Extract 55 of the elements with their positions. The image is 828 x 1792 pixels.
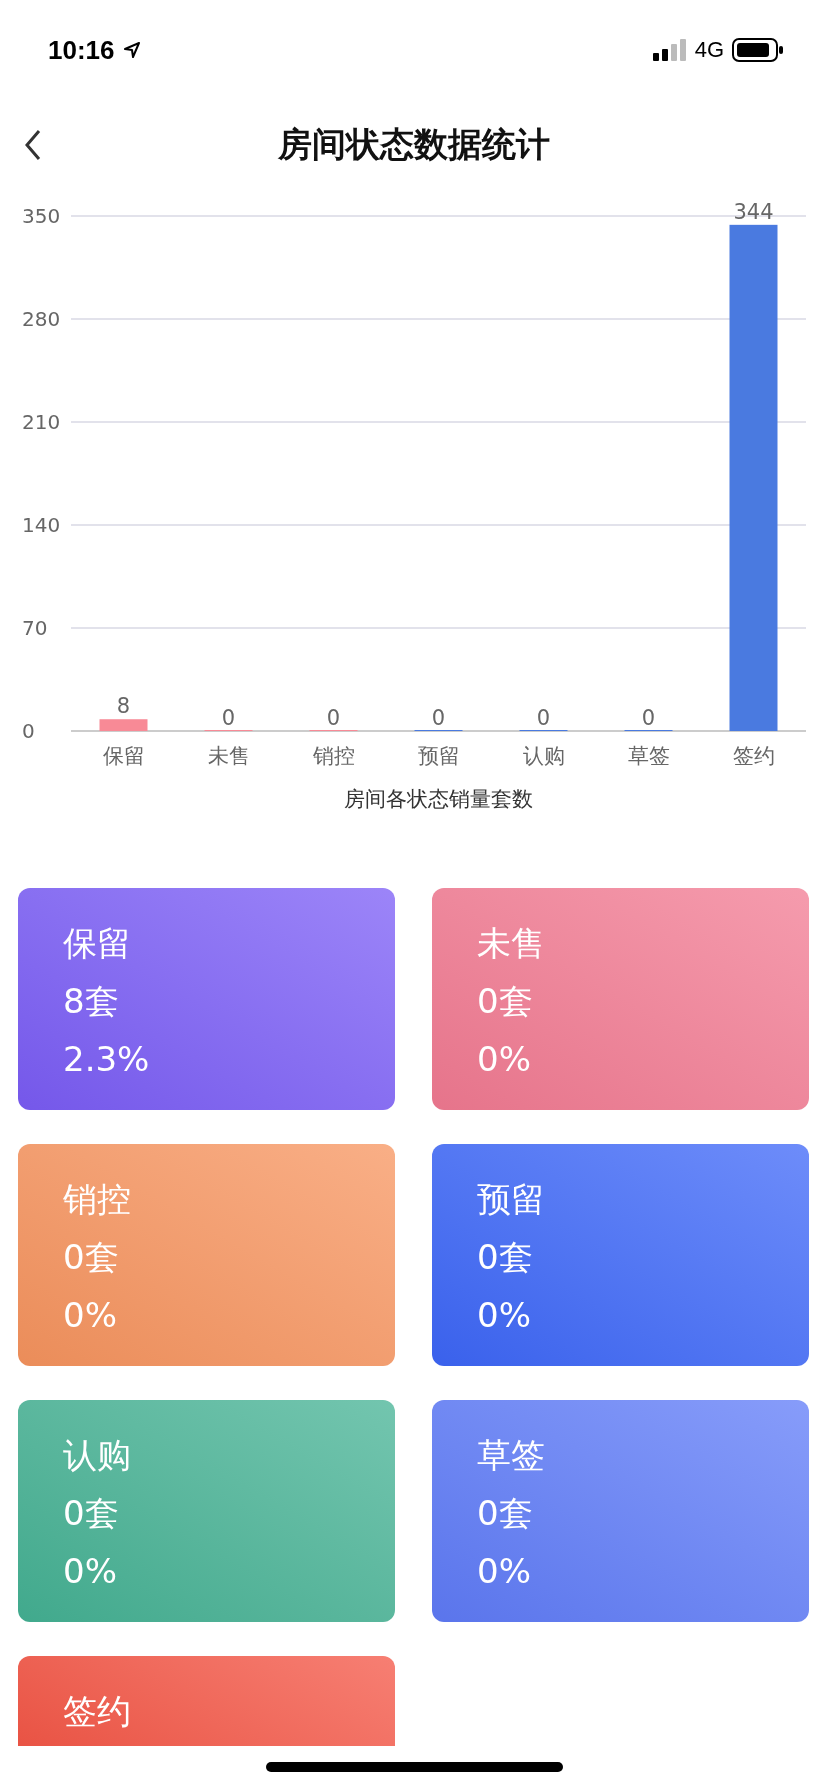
bar-value-label: 0 xyxy=(431,706,446,730)
category-label: 签约 xyxy=(732,744,775,768)
category-label: 预留 xyxy=(417,744,460,768)
back-icon[interactable] xyxy=(24,129,42,161)
y-tick-label: 280 xyxy=(22,307,61,331)
bar-value-label: 344 xyxy=(733,199,774,224)
y-tick-label: 70 xyxy=(22,616,48,640)
card-title: 草签 xyxy=(477,1434,546,1477)
card-percent: 0% xyxy=(63,1550,118,1593)
y-tick-label: 350 xyxy=(22,204,61,228)
x-axis-label: 房间各状态销量套数 xyxy=(344,787,533,811)
card-title: 保留 xyxy=(63,922,132,965)
page-title: 房间状态数据统计 xyxy=(278,123,550,166)
category-label: 认购 xyxy=(522,744,565,768)
stat-card[interactable]: 未售 0套 0% xyxy=(432,888,809,1110)
card-count: 0套 xyxy=(477,1236,534,1279)
card-percent: 2.3% xyxy=(63,1038,151,1081)
stat-card[interactable]: 签约 xyxy=(18,1656,395,1746)
stat-card[interactable]: 草签 0套 0% xyxy=(432,1400,809,1622)
network-label: 4G xyxy=(694,37,724,63)
stat-card[interactable]: 销控 0套 0% xyxy=(18,1144,395,1366)
bar-value-label: 8 xyxy=(116,694,131,719)
category-label: 销控 xyxy=(312,744,355,768)
card-percent: 0% xyxy=(63,1294,118,1337)
bar-value-label: 0 xyxy=(536,706,551,730)
status-time: 10:16 xyxy=(48,34,115,66)
card-count: 8套 xyxy=(63,980,120,1023)
card-percent: 0% xyxy=(477,1550,532,1593)
y-tick-label: 0 xyxy=(22,719,35,743)
card-title: 认购 xyxy=(63,1434,132,1477)
category-label: 草签 xyxy=(627,744,670,768)
category-label: 未售 xyxy=(207,744,250,768)
card-title: 预留 xyxy=(477,1178,546,1221)
y-tick-label: 140 xyxy=(22,513,61,537)
signal-icon xyxy=(652,39,687,61)
card-percent: 0% xyxy=(477,1294,532,1337)
stat-card[interactable]: 保留 8套 2.3% xyxy=(18,888,395,1110)
y-tick-label: 210 xyxy=(22,410,61,434)
location-arrow-icon xyxy=(122,41,141,59)
bar xyxy=(99,719,148,731)
card-title: 销控 xyxy=(63,1178,132,1221)
card-title: 签约 xyxy=(63,1690,132,1733)
stat-card[interactable]: 预留 0套 0% xyxy=(432,1144,809,1366)
card-title: 未售 xyxy=(477,922,546,965)
bar-value-label: 0 xyxy=(641,706,656,730)
card-count: 0套 xyxy=(477,980,534,1023)
battery-icon xyxy=(732,38,784,62)
card-count: 0套 xyxy=(477,1492,534,1535)
stat-card[interactable]: 认购 0套 0% xyxy=(18,1400,395,1622)
bar-value-label: 0 xyxy=(326,706,341,730)
card-count: 0套 xyxy=(63,1492,120,1535)
card-count: 0套 xyxy=(63,1236,120,1279)
card-percent: 0% xyxy=(477,1038,532,1081)
bar-value-label: 0 xyxy=(221,706,236,730)
category-label: 保留 xyxy=(102,744,145,768)
